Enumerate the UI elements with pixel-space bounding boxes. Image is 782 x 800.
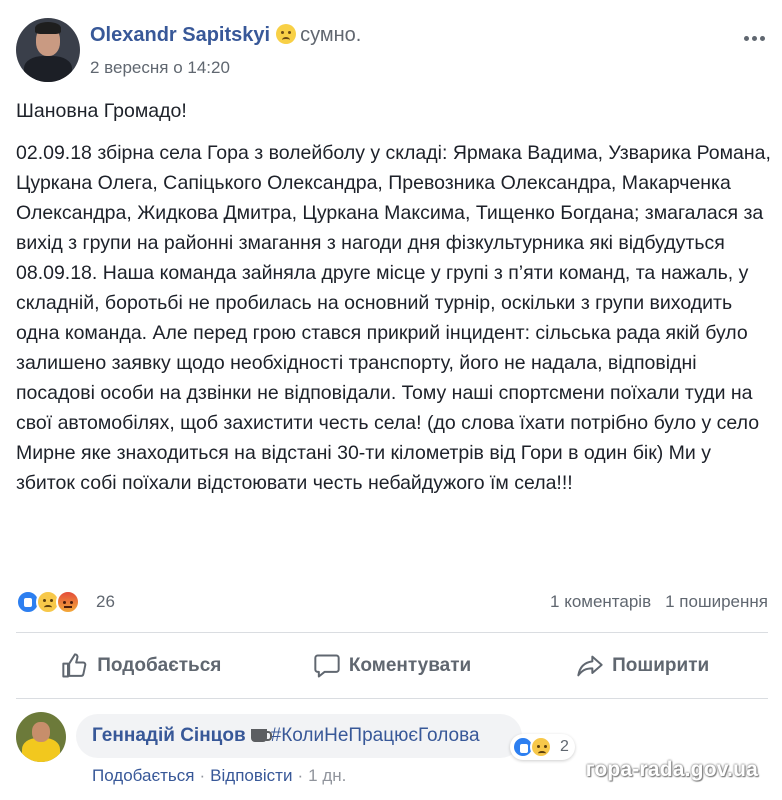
post-stats: 26 1 коментарів 1 поширення [16,590,768,616]
commenter-name[interactable]: Геннадій Сінцов [92,725,246,746]
author-avatar[interactable] [16,18,80,82]
shares-count-link[interactable]: 1 поширення [665,592,768,611]
comment-hashtag[interactable]: #КолиНеПрацюєГолова [271,725,480,746]
author-line: Olexandr Sapitskyi сумно. [90,24,361,47]
comment-bubble-icon [314,654,340,678]
separator: · [297,766,304,785]
action-bar: Подобається Коментувати Поширити [16,640,768,692]
sad-face-icon [276,24,297,44]
stats-right: 1 коментарів 1 поширення [550,592,768,612]
share-button[interactable]: Поширити [517,640,768,692]
author-name[interactable]: Olexandr Sapitskyi [90,24,270,46]
thumbs-up-icon [62,653,87,678]
comment-reaction-count: 2 [560,738,569,755]
feeling-text: сумно. [300,24,362,46]
coffee-cup-icon [250,729,272,742]
post-timestamp[interactable]: 2 вересня о 14:20 [90,58,230,78]
comment-button-label: Коментувати [348,655,472,676]
divider [16,698,768,699]
comment-reactions[interactable]: 2 [510,734,575,760]
angry-reaction-icon [56,590,80,614]
separator: · [199,766,206,785]
like-button-label: Подобається [97,655,222,676]
comment-time[interactable]: 1 дн. [308,766,346,785]
comment-reply-link[interactable]: Відповісти [210,766,292,785]
commenter-avatar[interactable] [16,712,66,762]
share-arrow-icon [577,655,603,677]
comment-button[interactable]: Коментувати [267,640,518,692]
site-watermark: гора-rada.gov.ua [585,758,758,781]
comment-actions: Подобається · Відповісти · 1 дн. [92,766,346,786]
comments-count-link[interactable]: 1 коментарів [550,592,651,611]
share-button-label: Поширити [612,655,710,676]
post-body: Шановна Громадо! 02.09.18 збірна села Го… [16,96,771,510]
more-options-icon[interactable] [744,28,770,41]
comment-like-link[interactable]: Подобається [92,766,195,785]
post-paragraph: Шановна Громадо! [16,100,187,122]
comment-bubble: Геннадій Сінцов #КолиНеПрацюєГолова [76,714,522,758]
divider [16,632,768,633]
post-header: Olexandr Sapitskyi сумно. 2 вересня о 14:… [12,18,782,88]
reaction-count[interactable]: 26 [96,592,115,612]
like-button[interactable]: Подобається [16,640,267,692]
post-paragraph: 02.09.18 збірна села Гора з волейболу у … [16,142,771,494]
sad-reaction-icon [530,736,552,758]
comment-item: Геннадій Сінцов #КолиНеПрацюєГолова 2 Под… [0,708,782,798]
